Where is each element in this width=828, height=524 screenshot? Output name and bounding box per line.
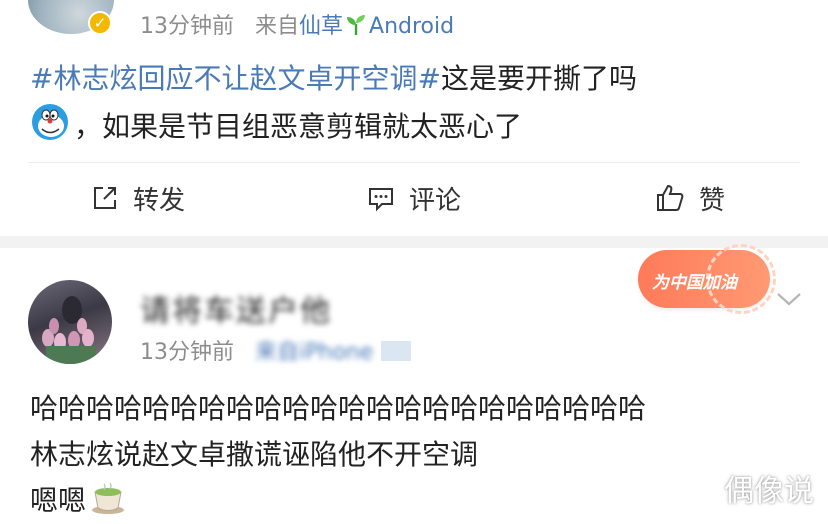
comment-meta: 13分钟前 来自iPhone [140,334,412,366]
comment-line: 哈哈哈哈哈哈哈哈哈哈哈哈哈哈哈哈哈哈哈哈哈哈 [30,392,647,425]
section-separator [0,236,828,248]
like-button[interactable]: 赞 [552,170,828,226]
comment-label: 评论 [408,185,461,216]
like-label: 赞 [698,185,725,216]
comment-line-3: 嗯嗯 [30,478,646,524]
tea-emoji [92,482,125,514]
repost-label: 转发 [132,185,185,216]
post-text: 这是要开撕了吗 [440,62,637,95]
redaction-block [381,341,412,361]
post-text-line2: ，如果是节目组恶意剪辑就太恶心了 [30,102,522,150]
post-text-line1: #林志炫回应不让赵文卓开空调#这是要开撕了吗 [30,56,637,102]
repost-button[interactable]: 转发 [0,170,276,226]
hashtag-link[interactable]: #林志炫回应不让赵文卓开空调# [30,62,441,95]
chevron-down-icon[interactable] [776,288,802,310]
comment-line: 林志炫说赵文卓撒谎诬陷他不开空调 [30,438,479,471]
comment-body: 哈哈哈哈哈哈哈哈哈哈哈哈哈哈哈哈哈哈哈哈哈哈 林志炫说赵文卓撒谎诬陷他不开空调 … [30,386,646,524]
source-prefix: 来自 [255,14,300,39]
comment-source-prefix: 来自 [255,340,300,365]
repost-icon [93,187,116,209]
doraemon-emoji [32,104,68,140]
sprout-icon [347,15,366,35]
commenter-avatar[interactable] [28,280,112,364]
comment-time: 13分钟前 [140,340,234,365]
post-text: ，如果是节目组恶意剪辑就太恶心了 [74,110,523,143]
event-badge[interactable]: 为中国加油 [638,244,776,314]
comment-icon [368,188,393,212]
post-source[interactable]: 仙草 [299,14,343,39]
like-icon [656,184,684,211]
post-meta: 13分钟前 来自仙草 Android [140,8,454,40]
comment-line: 嗯嗯 [30,484,87,517]
action-bar: 转发 评论 赞 [0,170,828,226]
comment-button[interactable]: 评论 [276,170,552,226]
verified-icon: ✓ [88,11,112,35]
watermark: 偶像说 [724,474,814,509]
post-source-suffix[interactable]: Android [369,14,454,39]
divider [28,162,800,163]
comment-source[interactable]: iPhone [299,340,373,365]
badge-label: 为中国加油 [652,273,737,293]
post-time: 13分钟前 [140,14,234,39]
commenter-username[interactable]: 请将车送户他 [140,286,332,330]
